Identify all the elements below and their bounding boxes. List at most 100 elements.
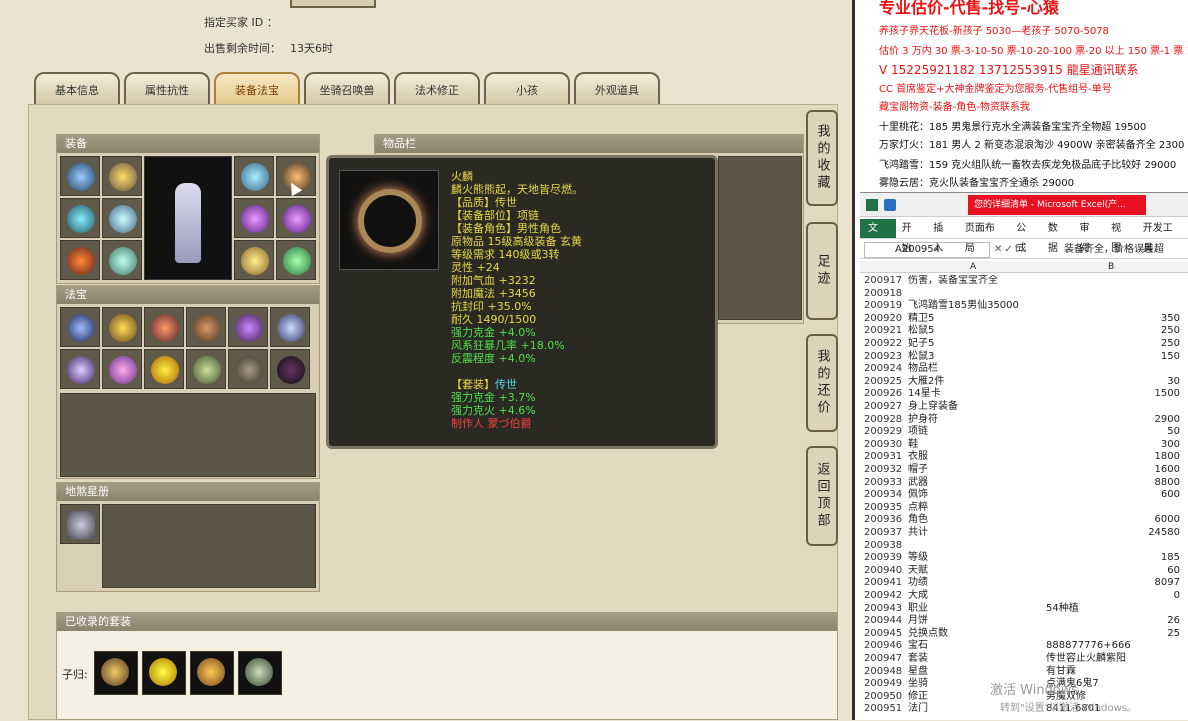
equip-slot[interactable] [102,240,142,280]
table-row[interactable]: 200932 帽子 1600 [860,464,1188,477]
cell-a[interactable]: 职业 [908,603,1048,616]
table-row[interactable]: 200944 月饼 26 [860,615,1188,628]
equip-slot[interactable] [60,156,100,196]
table-row[interactable]: 200922 妃子5 250 [860,338,1188,351]
table-row[interactable]: 200943 职业 54种植 [860,603,1188,616]
table-row[interactable]: 200929 项链 50 [860,426,1188,439]
cell-b[interactable]: 50 [1046,426,1180,439]
cell-a[interactable]: 大雁2件 [908,376,1048,389]
cell-b[interactable]: 6000 [1046,514,1180,527]
table-row[interactable]: 200931 衣服 1800 [860,451,1188,464]
treasure-slot[interactable] [228,307,268,347]
cell-a[interactable]: 14星卡 [908,388,1048,401]
cell-a[interactable]: 伤害，装备宝宝齐全 [908,275,1048,288]
cell-a[interactable]: 佩饰 [908,489,1048,502]
cell-a[interactable]: 天赋 [908,565,1048,578]
treasure-slot[interactable] [102,349,142,389]
table-row[interactable]: 200917 伤害，装备宝宝齐全 [860,275,1188,288]
cell-a[interactable]: 鞋 [908,439,1048,452]
ribbon-formula[interactable]: 公式 [1010,219,1042,254]
tab-mounts[interactable]: 坐骑召唤兽 [304,72,390,106]
cell-b[interactable]: 250 [1046,325,1180,338]
top-button[interactable] [290,0,376,8]
equip-slot[interactable] [60,198,100,238]
equip-slot[interactable] [234,156,274,196]
table-row[interactable]: 200924 物品栏 [860,363,1188,376]
table-row[interactable]: 200946 宝石 888877776+666 [860,640,1188,653]
save-icon[interactable] [884,199,896,211]
suit-item[interactable] [190,651,234,695]
treasure-slot[interactable] [60,307,100,347]
tab-child[interactable]: 小孩 [484,72,570,106]
cell-a[interactable]: 精卫5 [908,313,1048,326]
ribbon-insert[interactable]: 插入 [927,219,959,254]
my-offer-button[interactable]: 我的还价 [806,334,838,432]
cell-a[interactable]: 大成 [908,590,1048,603]
cell-a[interactable]: 等级 [908,552,1048,565]
equip-slot[interactable] [102,156,142,196]
cell-b[interactable]: 24580 [1046,527,1180,540]
cell-b[interactable]: 26 [1046,615,1180,628]
treasure-slot[interactable] [228,349,268,389]
ribbon-home[interactable]: 开始 [896,219,928,254]
cell-a[interactable]: 项链 [908,426,1048,439]
cell-b[interactable]: 60 [1046,565,1180,578]
table-row[interactable]: 200918 [860,288,1188,301]
cell-b[interactable]: 8800 [1046,477,1180,490]
cell-b[interactable]: 30 [1046,376,1180,389]
cell-b[interactable]: 350 [1046,313,1180,326]
equip-slot[interactable] [102,198,142,238]
cell-b[interactable]: 1600 [1046,464,1180,477]
equip-slot[interactable] [276,240,316,280]
cell-a[interactable]: 妃子5 [908,338,1048,351]
table-row[interactable]: 200947 套装 传世容止火麟紫阳 [860,653,1188,666]
table-row[interactable]: 200934 佩饰 600 [860,489,1188,502]
cell-a[interactable]: 帽子 [908,464,1048,477]
name-box[interactable]: A200954 [864,242,990,258]
table-row[interactable]: 200935 点粹 [860,502,1188,515]
treasure-slot[interactable] [144,349,184,389]
cell-a[interactable]: 物品栏 [908,363,1048,376]
cell-a[interactable]: 共计 [908,527,1048,540]
ribbon-view[interactable]: 视图 [1105,219,1137,254]
tab-attributes[interactable]: 属性抗性 [124,72,210,106]
cell-a[interactable]: 角色 [908,514,1048,527]
table-row[interactable]: 200926 14星卡 1500 [860,388,1188,401]
tab-equipment[interactable]: 装备法宝 [214,72,300,106]
ribbon-data[interactable]: 数据 [1042,219,1074,254]
equip-slot[interactable] [234,198,274,238]
cell-a[interactable]: 松鼠5 [908,325,1048,338]
suit-item[interactable] [238,651,282,695]
ribbon-review[interactable]: 审阅 [1073,219,1105,254]
cell-a[interactable]: 衣服 [908,451,1048,464]
cell-a[interactable]: 宝石 [908,640,1048,653]
cell-b[interactable]: 8097 [1046,577,1180,590]
star-book-slot[interactable] [60,504,100,544]
cell-b[interactable]: 1800 [1046,451,1180,464]
cell-a[interactable]: 松鼠3 [908,351,1048,364]
table-row[interactable]: 200921 松鼠5 250 [860,325,1188,338]
cell-a[interactable]: 武器 [908,477,1048,490]
table-row[interactable]: 200936 角色 6000 [860,514,1188,527]
cell-b[interactable]: 150 [1046,351,1180,364]
table-row[interactable]: 200945 兑换点数 25 [860,628,1188,641]
cell-a[interactable]: 套装 [908,653,1048,666]
cell-b[interactable]: 54种植 [1046,603,1180,616]
cell-b[interactable]: 600 [1046,489,1180,502]
favorite-button[interactable]: 我的收藏 [806,110,838,206]
table-row[interactable]: 200925 大雁2件 30 [860,376,1188,389]
treasure-slot[interactable] [186,349,226,389]
cell-b[interactable]: 185 [1046,552,1180,565]
table-row[interactable]: 200919 飞鸿踏雪185男仙35000 [860,300,1188,313]
col-a-header[interactable]: A [970,261,976,273]
cell-a[interactable]: 兑换点数 [908,628,1048,641]
cell-b[interactable]: 有甘霖 [1046,666,1180,679]
cell-b[interactable]: 1500 [1046,388,1180,401]
table-row[interactable]: 200937 共计 24580 [860,527,1188,540]
cell-a[interactable]: 飞鸿踏雪185男仙35000 [908,300,1048,313]
cell-a[interactable]: 护身符 [908,414,1048,427]
cell-a[interactable]: 星盘 [908,666,1048,679]
cell-a[interactable]: 月饼 [908,615,1048,628]
cell-a[interactable]: 身上穿装备 [908,401,1048,414]
cell-a[interactable]: 功绩 [908,577,1048,590]
